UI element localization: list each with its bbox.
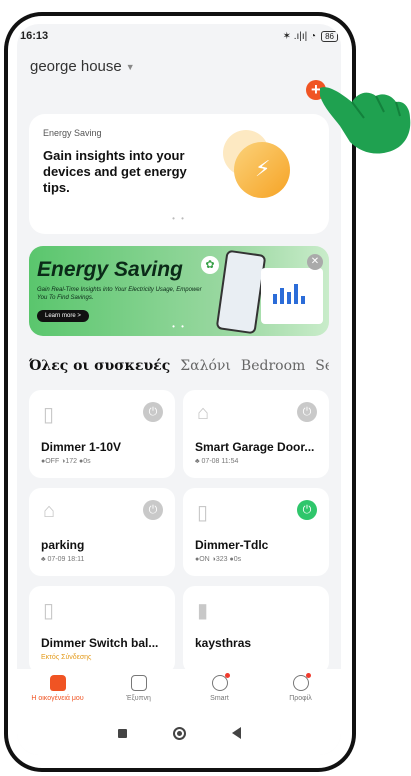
nav-scenes-label: Έξυπνη bbox=[126, 695, 151, 702]
device-card[interactable]: ▯ ⏻ Dimmer 1-10V ●OFF ◑172 ●0s bbox=[29, 390, 175, 478]
home-button-icon[interactable] bbox=[172, 726, 186, 740]
home-selector[interactable]: george house ▼ bbox=[30, 58, 135, 75]
energy-card-label: Energy Saving bbox=[43, 128, 102, 138]
device-name: parking bbox=[41, 538, 85, 552]
nav-smart-label: Smart bbox=[210, 695, 229, 702]
dimmer-icon: ▯ bbox=[197, 502, 209, 524]
pointing-hand-icon bbox=[320, 87, 411, 154]
dimmer-icon: ▯ bbox=[43, 600, 55, 622]
lightning-icon: ⚡︎ bbox=[255, 156, 271, 181]
device-name: Dimmer-Tdlc bbox=[195, 538, 269, 552]
power-button[interactable]: ⏻ bbox=[297, 402, 317, 422]
energy-saving-banner[interactable]: Energy Saving Gain Real-Time Insights in… bbox=[29, 246, 329, 336]
app-screen: 16:13 ✶ .ı|ı| ◔ 86 george house ▼ + Ener… bbox=[17, 24, 341, 755]
nav-profile[interactable]: Προφίλ bbox=[260, 669, 341, 711]
power-button[interactable]: ⏻ bbox=[143, 500, 163, 520]
notification-dot bbox=[224, 673, 230, 678]
garage-door-icon: ⌂ bbox=[197, 402, 210, 424]
garage-door-icon: ⌂ bbox=[43, 500, 56, 522]
system-navigation bbox=[17, 711, 341, 755]
signal-icons: ✶ .ı|ı| ◔ bbox=[282, 30, 317, 42]
bar-chart-illustration bbox=[273, 282, 305, 304]
device-status: Εκτός Σύνδεσης bbox=[41, 654, 92, 661]
nav-profile-label: Προφίλ bbox=[289, 695, 312, 702]
room-tabs: Όλες οι συσκευές Σαλόνι Bedroom Se ⋯ bbox=[29, 354, 329, 378]
banner-subtitle: Gain Real-Time Insights into Your Electr… bbox=[37, 287, 202, 301]
home-icon bbox=[49, 675, 66, 691]
tab-se[interactable]: Se bbox=[315, 358, 329, 374]
status-bar: 16:13 ✶ .ı|ı| ◔ 86 bbox=[20, 26, 338, 46]
device-card[interactable]: ⌂ ⏻ Smart Garage Door... ♣ 07-08 11:54 bbox=[183, 390, 329, 478]
banner-carousel-dots: • • bbox=[172, 322, 186, 331]
smart-icon bbox=[211, 673, 230, 691]
device-card[interactable]: ▯ ⏻ Dimmer-Tdlc ●ON ◑323 ●0s bbox=[183, 488, 329, 576]
back-icon[interactable] bbox=[231, 727, 241, 739]
power-button[interactable]: ⏻ bbox=[143, 402, 163, 422]
notification-dot bbox=[305, 673, 311, 678]
device-card[interactable]: ⌂ ⏻ parking ♣ 07-09 18:11 bbox=[29, 488, 175, 576]
device-status: ♣ 07-08 11:54 bbox=[195, 458, 239, 465]
device-name: kaysthras bbox=[195, 636, 252, 650]
tab-living-room[interactable]: Σαλόνι bbox=[180, 358, 231, 374]
nav-home-label: Η οικογένειά μου bbox=[31, 695, 84, 702]
energy-card-headline: Gain insights into your devices and get … bbox=[43, 148, 187, 195]
device-card[interactable]: ▮ kaysthras bbox=[183, 586, 329, 674]
checkbox-icon bbox=[130, 675, 147, 691]
status-time: 16:13 bbox=[20, 30, 49, 42]
close-banner-icon[interactable]: ✕ bbox=[307, 254, 323, 270]
device-status: ●OFF ◑172 ●0s bbox=[41, 458, 91, 465]
energy-insights-card[interactable]: Energy Saving Gain insights into your de… bbox=[29, 114, 329, 234]
banner-title: Energy Saving bbox=[37, 258, 183, 281]
chevron-down-icon: ▼ bbox=[125, 61, 135, 72]
device-status: ●ON ◑323 ●0s bbox=[195, 556, 242, 563]
recents-icon[interactable] bbox=[117, 728, 127, 738]
tab-bedroom[interactable]: Bedroom bbox=[241, 358, 305, 374]
tab-all-devices[interactable]: Όλες οι συσκευές bbox=[29, 358, 170, 374]
device-name: Smart Garage Door... bbox=[195, 440, 315, 454]
battery-icon: 86 bbox=[321, 30, 338, 42]
nav-scenes[interactable]: Έξυπνη bbox=[98, 669, 179, 711]
bottom-nav: Η οικογένειά μου Έξυπνη Smart Προφίλ bbox=[17, 669, 341, 711]
switch-icon: ▮ bbox=[197, 600, 209, 622]
home-name: george house bbox=[30, 58, 122, 75]
learn-more-button[interactable]: Learn more > bbox=[37, 310, 89, 322]
device-name: Dimmer Switch bal... bbox=[41, 636, 159, 650]
carousel-dots: • • bbox=[172, 214, 186, 223]
status-icons: ✶ .ı|ı| ◔ 86 bbox=[282, 30, 338, 42]
device-status: ♣ 07-09 18:11 bbox=[41, 556, 85, 563]
dimmer-icon: ▯ bbox=[43, 404, 55, 426]
power-button[interactable]: ⏻ bbox=[297, 500, 317, 520]
nav-home[interactable]: Η οικογένειά μου bbox=[17, 669, 98, 711]
leaf-icon: ✿ bbox=[201, 256, 219, 274]
device-name: Dimmer 1-10V bbox=[41, 440, 122, 454]
nav-smart[interactable]: Smart bbox=[179, 669, 260, 711]
device-card[interactable]: ▯ Dimmer Switch bal... Εκτός Σύνδεσης bbox=[29, 586, 175, 674]
profile-icon bbox=[292, 673, 311, 691]
